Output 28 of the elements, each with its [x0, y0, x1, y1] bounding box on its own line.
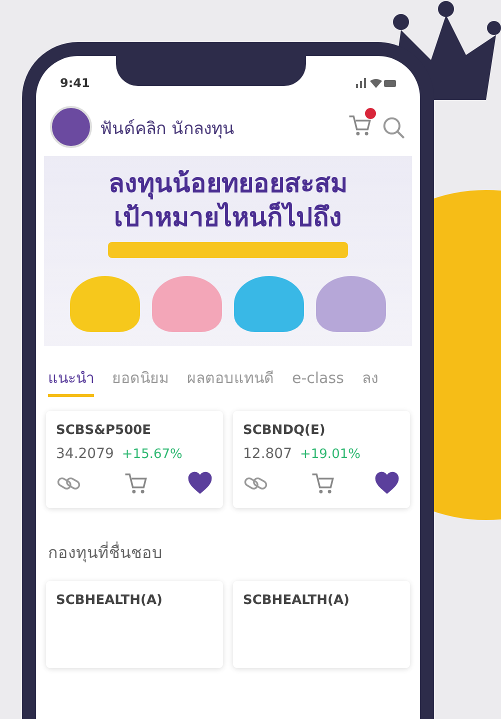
fund-price: 12.807	[243, 446, 292, 462]
banner-headline: ลงทุนน้อยทยอยสะสม	[108, 170, 348, 200]
banner-headline: เป้าหมายไหนก็ไปถึง	[114, 204, 342, 234]
heart-icon[interactable]	[187, 470, 213, 496]
fund-card[interactable]: SCBNDQ(E) 12.807 +19.01%	[233, 410, 410, 508]
category-tab[interactable]: แนะนำ	[48, 364, 94, 397]
fund-price: 34.2079	[56, 446, 114, 462]
notification-dot	[365, 108, 376, 119]
status-time: 9:41	[60, 76, 90, 90]
heart-icon[interactable]	[374, 470, 400, 496]
section-title: กองทุนที่ชื่นชอบ	[47, 540, 163, 564]
fund-change: +19.01%	[300, 446, 360, 462]
fund-name: SCBNDQ(E)	[243, 422, 326, 438]
user-name: ฟันด์คลิก นักลงทุน	[100, 118, 236, 140]
promo-banner[interactable]: ลงทุนน้อยทยอยสะสม เป้าหมายไหนก็ไปถึง	[44, 156, 412, 346]
status-icons	[356, 78, 396, 88]
goal-illustration	[316, 276, 386, 332]
fund-name: SCBHEALTH(A)	[243, 592, 350, 608]
fund-name: SCBS&P500E	[56, 422, 152, 438]
fund-card[interactable]: SCBHEALTH(A)	[46, 580, 223, 668]
goal-illustration	[70, 276, 140, 332]
fund-card[interactable]: SCBS&P500E 34.2079 +15.67%	[46, 410, 223, 508]
fund-name: SCBHEALTH(A)	[56, 592, 164, 608]
fund-change: +15.67%	[122, 446, 182, 462]
goal-illustration	[234, 276, 304, 332]
avatar[interactable]	[50, 106, 92, 148]
fund-card[interactable]: SCBHEALTH(A)	[233, 580, 410, 668]
goal-illustration	[152, 276, 222, 332]
